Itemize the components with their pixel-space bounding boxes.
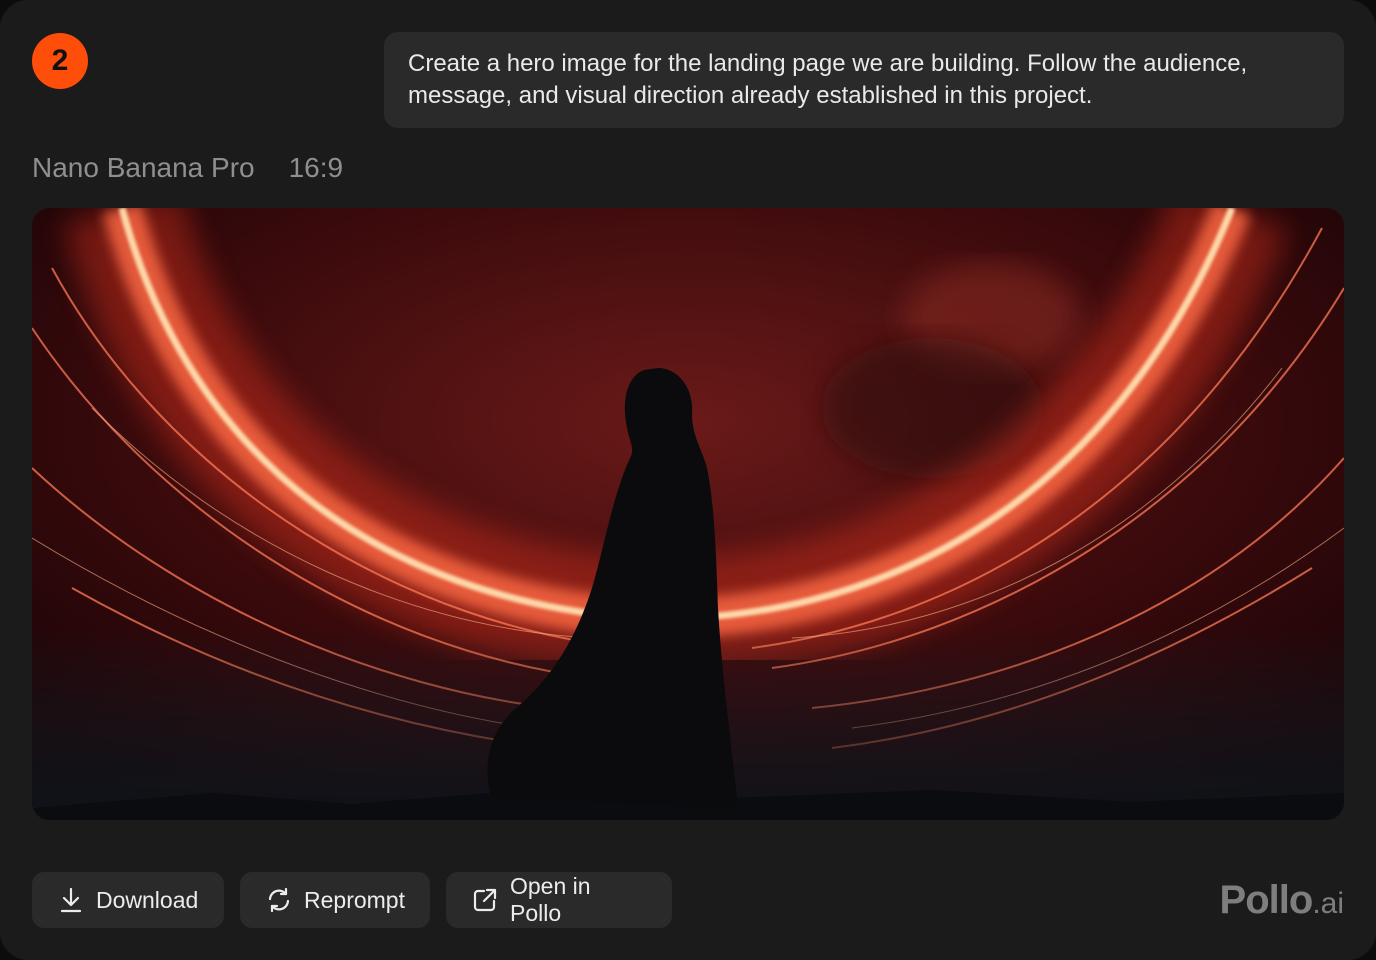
- reprompt-button[interactable]: Reprompt: [240, 872, 430, 928]
- download-label: Download: [96, 886, 199, 913]
- generation-meta: Nano Banana Pro 16:9: [32, 150, 343, 186]
- download-icon: [58, 887, 84, 913]
- external-link-icon: [472, 887, 498, 913]
- model-name: Nano Banana Pro: [32, 152, 255, 183]
- step-number: 2: [51, 44, 69, 77]
- action-bar: Download Reprompt Open in Pollo: [32, 872, 672, 928]
- download-button[interactable]: Download: [32, 872, 224, 928]
- generated-image[interactable]: [32, 208, 1344, 820]
- open-in-pollo-label: Open in Pollo: [510, 873, 591, 926]
- brand-name: Pollo: [1219, 878, 1314, 922]
- prompt-bubble: Create a hero image for the landing page…: [384, 32, 1344, 128]
- refresh-icon: [266, 887, 292, 913]
- reprompt-label: Reprompt: [304, 886, 405, 913]
- open-in-pollo-button[interactable]: Open in Pollo: [446, 872, 672, 928]
- prompt-text: Create a hero image for the landing page…: [408, 50, 1248, 109]
- aspect-ratio: 16:9: [288, 152, 344, 183]
- pollo-logo: Pollo .ai: [1220, 878, 1344, 922]
- generated-image-art: [32, 208, 1344, 820]
- step-badge: 2: [32, 33, 88, 89]
- brand-tld: .ai: [1312, 887, 1344, 920]
- result-card: 2 Create a hero image for the landing pa…: [0, 0, 1376, 960]
